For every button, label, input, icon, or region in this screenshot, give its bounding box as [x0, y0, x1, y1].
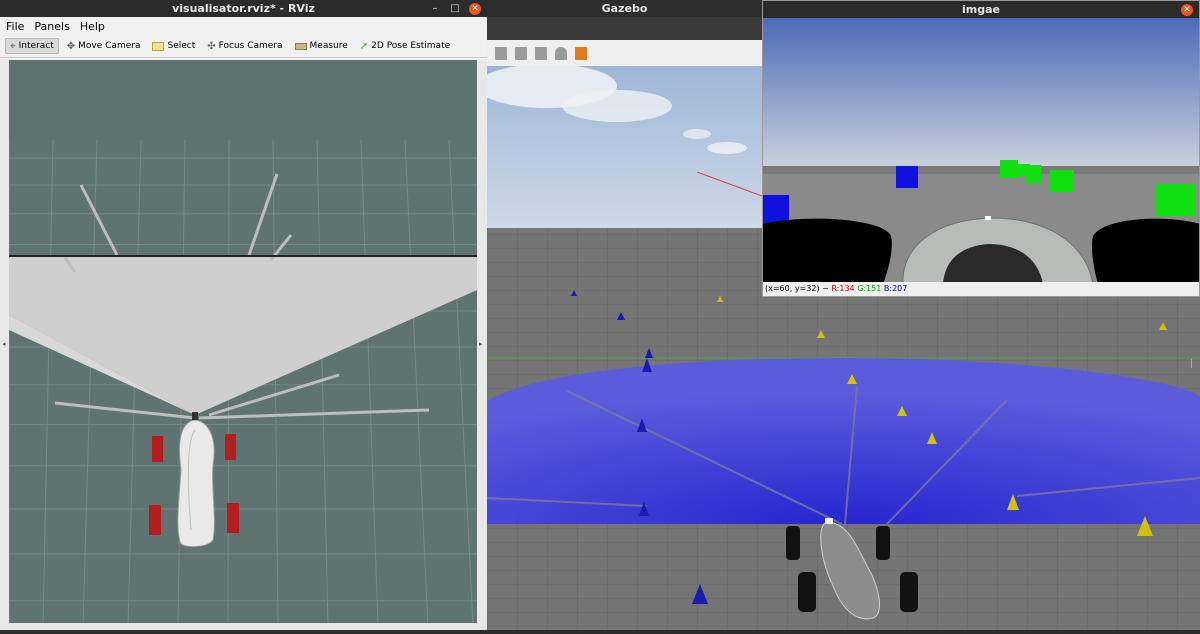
interact-icon: ⌖ [10, 40, 16, 52]
image-view-window: imgae ✕ (x=60, y=32) ~ R:134 G:151 B:207 [762, 0, 1200, 297]
rviz-menu-bar: File Panels Help [0, 17, 487, 35]
laser-scan-disc [487, 358, 1200, 524]
svg-text:|: | [1190, 359, 1193, 369]
pose-estimate-tool[interactable]: ➚ 2D Pose Estimate [356, 38, 454, 54]
measure-tool[interactable]: Measure [291, 38, 352, 54]
rviz-title: visualisator.rviz* - RViz [172, 2, 315, 15]
menu-file[interactable]: File [6, 20, 24, 33]
close-icon[interactable]: ✕ [1181, 3, 1193, 16]
rviz-window: visualisator.rviz* - RViz – □ ✕ File Pan… [0, 0, 487, 630]
rviz-3d-view[interactable] [3, 60, 483, 627]
paste-icon[interactable] [515, 46, 527, 60]
pose-estimate-icon: ➚ [359, 40, 369, 52]
select-icon [152, 41, 165, 51]
maximize-icon[interactable]: □ [449, 3, 461, 15]
rviz-scene [3, 60, 483, 627]
gazebo-title-bar: Gazebo [487, 0, 762, 17]
move-camera-icon: ✥ [66, 40, 76, 52]
pixel-readout: (x=60, y=32) ~ R:134 G:151 B:207 [763, 282, 1199, 296]
image-title: imgae [962, 3, 1000, 16]
align-icon[interactable] [535, 46, 547, 60]
camera-image[interactable] [763, 18, 1199, 285]
copy-icon[interactable] [495, 46, 507, 60]
rviz-title-bar: visualisator.rviz* - RViz – □ ✕ [0, 0, 487, 17]
menu-panels[interactable]: Panels [34, 20, 69, 33]
focus-camera-icon: ✣ [207, 40, 216, 52]
image-title-bar: imgae ✕ [763, 1, 1199, 18]
camera-frame [763, 18, 1199, 285]
view-angle-icon[interactable] [575, 46, 587, 60]
gazebo-menu-strip [487, 17, 762, 40]
minimize-icon[interactable]: – [429, 3, 441, 15]
select-tool[interactable]: Select [148, 38, 199, 54]
gazebo-title: Gazebo [601, 2, 648, 15]
right-dock-handle[interactable]: ▸ [477, 60, 487, 623]
snap-icon[interactable] [555, 46, 567, 60]
rviz-status-bar [0, 623, 487, 630]
gazebo-toolbar [487, 40, 762, 66]
rviz-toolbar: ⌖ Interact ✥ Move Camera Select ✣ Focus Cam… [0, 35, 487, 58]
measure-icon [294, 42, 307, 50]
move-camera-tool[interactable]: ✥ Move Camera [63, 38, 145, 54]
left-dock-handle[interactable]: ◂ [0, 60, 9, 623]
close-icon[interactable]: ✕ [469, 2, 481, 15]
menu-help[interactable]: Help [80, 20, 105, 33]
interact-tool[interactable]: ⌖ Interact [5, 38, 59, 54]
focus-camera-tool[interactable]: ✣ Focus Camera [203, 38, 286, 54]
